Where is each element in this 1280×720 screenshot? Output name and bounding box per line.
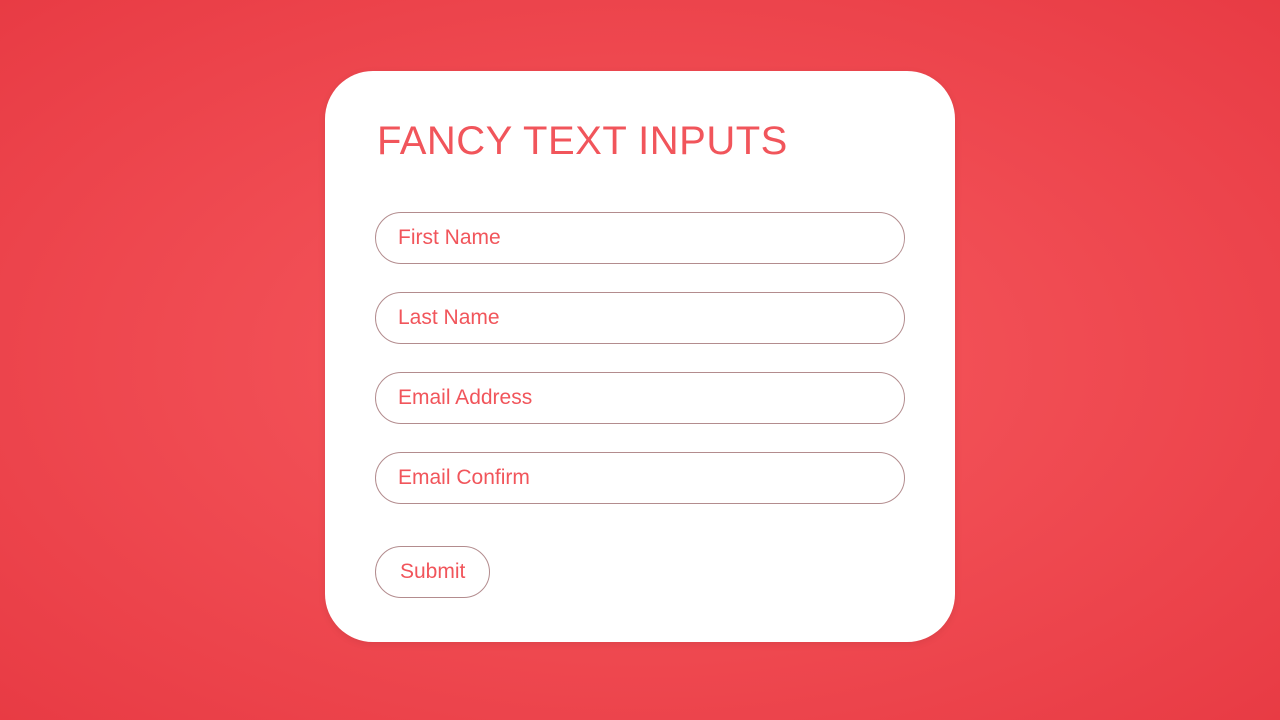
submit-button[interactable]: Submit [375, 546, 490, 598]
email-address-field[interactable] [375, 372, 905, 424]
first-name-field[interactable] [375, 212, 905, 264]
last-name-field[interactable] [375, 292, 905, 344]
email-confirm-field[interactable] [375, 452, 905, 504]
form-card: FANCY TEXT INPUTS Submit [325, 71, 955, 642]
form-title: FANCY TEXT INPUTS [377, 119, 905, 164]
